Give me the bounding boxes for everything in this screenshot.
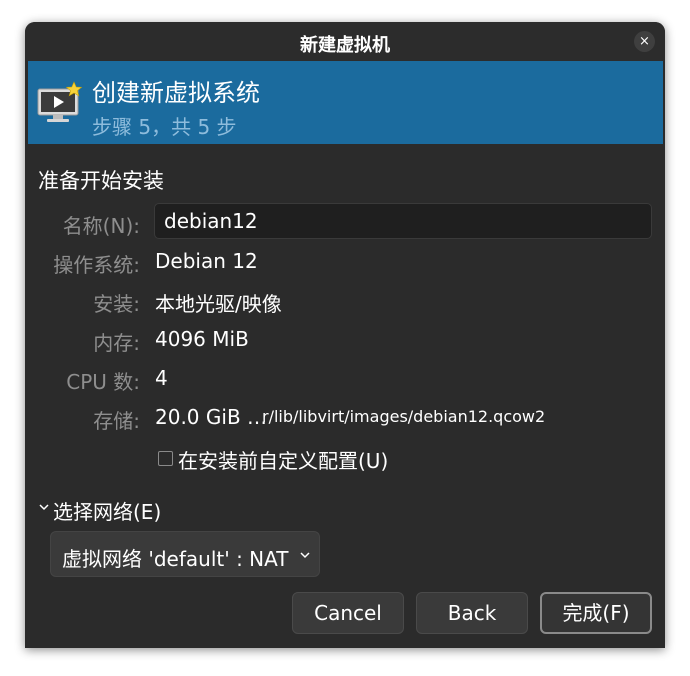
chevron-down-icon bbox=[300, 552, 310, 559]
os-value: Debian 12 bbox=[155, 249, 258, 273]
memory-label: 内存: bbox=[93, 331, 140, 355]
close-button[interactable]: × bbox=[634, 31, 655, 52]
back-button[interactable]: Back bbox=[416, 592, 528, 634]
cpu-label: CPU 数: bbox=[66, 370, 140, 394]
network-expander-label[interactable]: 选择网络(E) bbox=[53, 496, 161, 525]
network-select-value: 虚拟网络 'default' : NAT bbox=[62, 547, 289, 571]
new-vm-dialog: 新建虚拟机 × 创建新虚拟系统 步骤 5，共 5 步 准备开始安装 名称(N):… bbox=[25, 22, 665, 648]
storage-size: 20.0 GiB … bbox=[155, 405, 268, 429]
monitor-with-star-icon bbox=[37, 81, 83, 122]
close-icon: × bbox=[639, 34, 650, 49]
cancel-button[interactable]: Cancel bbox=[292, 592, 404, 634]
finish-button[interactable]: 完成(F) bbox=[540, 592, 652, 634]
os-label: 操作系统: bbox=[53, 253, 140, 277]
cpu-value: 4 bbox=[155, 366, 168, 390]
network-select[interactable]: 虚拟网络 'default' : NAT bbox=[50, 531, 320, 577]
window-title: 新建虚拟机 bbox=[300, 35, 390, 56]
memory-value: 4096 MiB bbox=[155, 327, 249, 351]
titlebar[interactable]: 新建虚拟机 × bbox=[25, 22, 665, 61]
step-indicator: 步骤 5，共 5 步 bbox=[92, 115, 237, 139]
install-value: 本地光驱/映像 bbox=[155, 292, 282, 316]
section-title: 准备开始安装 bbox=[38, 169, 164, 193]
banner-title: 创建新虚拟系统 bbox=[92, 79, 260, 107]
storage-label: 存储: bbox=[93, 409, 140, 433]
chevron-down-icon bbox=[39, 504, 49, 511]
checkbox-label[interactable]: 在安装前自定义配置(U) bbox=[178, 445, 388, 474]
checkbox-box[interactable] bbox=[158, 451, 173, 466]
storage-path: r/lib/libvirt/images/debian12.qcow2 bbox=[262, 407, 546, 426]
name-label: 名称(N): bbox=[62, 214, 140, 238]
name-input[interactable]: debian12 bbox=[154, 203, 652, 239]
header-banner: 创建新虚拟系统 步骤 5，共 5 步 bbox=[28, 61, 663, 144]
install-label: 安装: bbox=[93, 292, 140, 316]
